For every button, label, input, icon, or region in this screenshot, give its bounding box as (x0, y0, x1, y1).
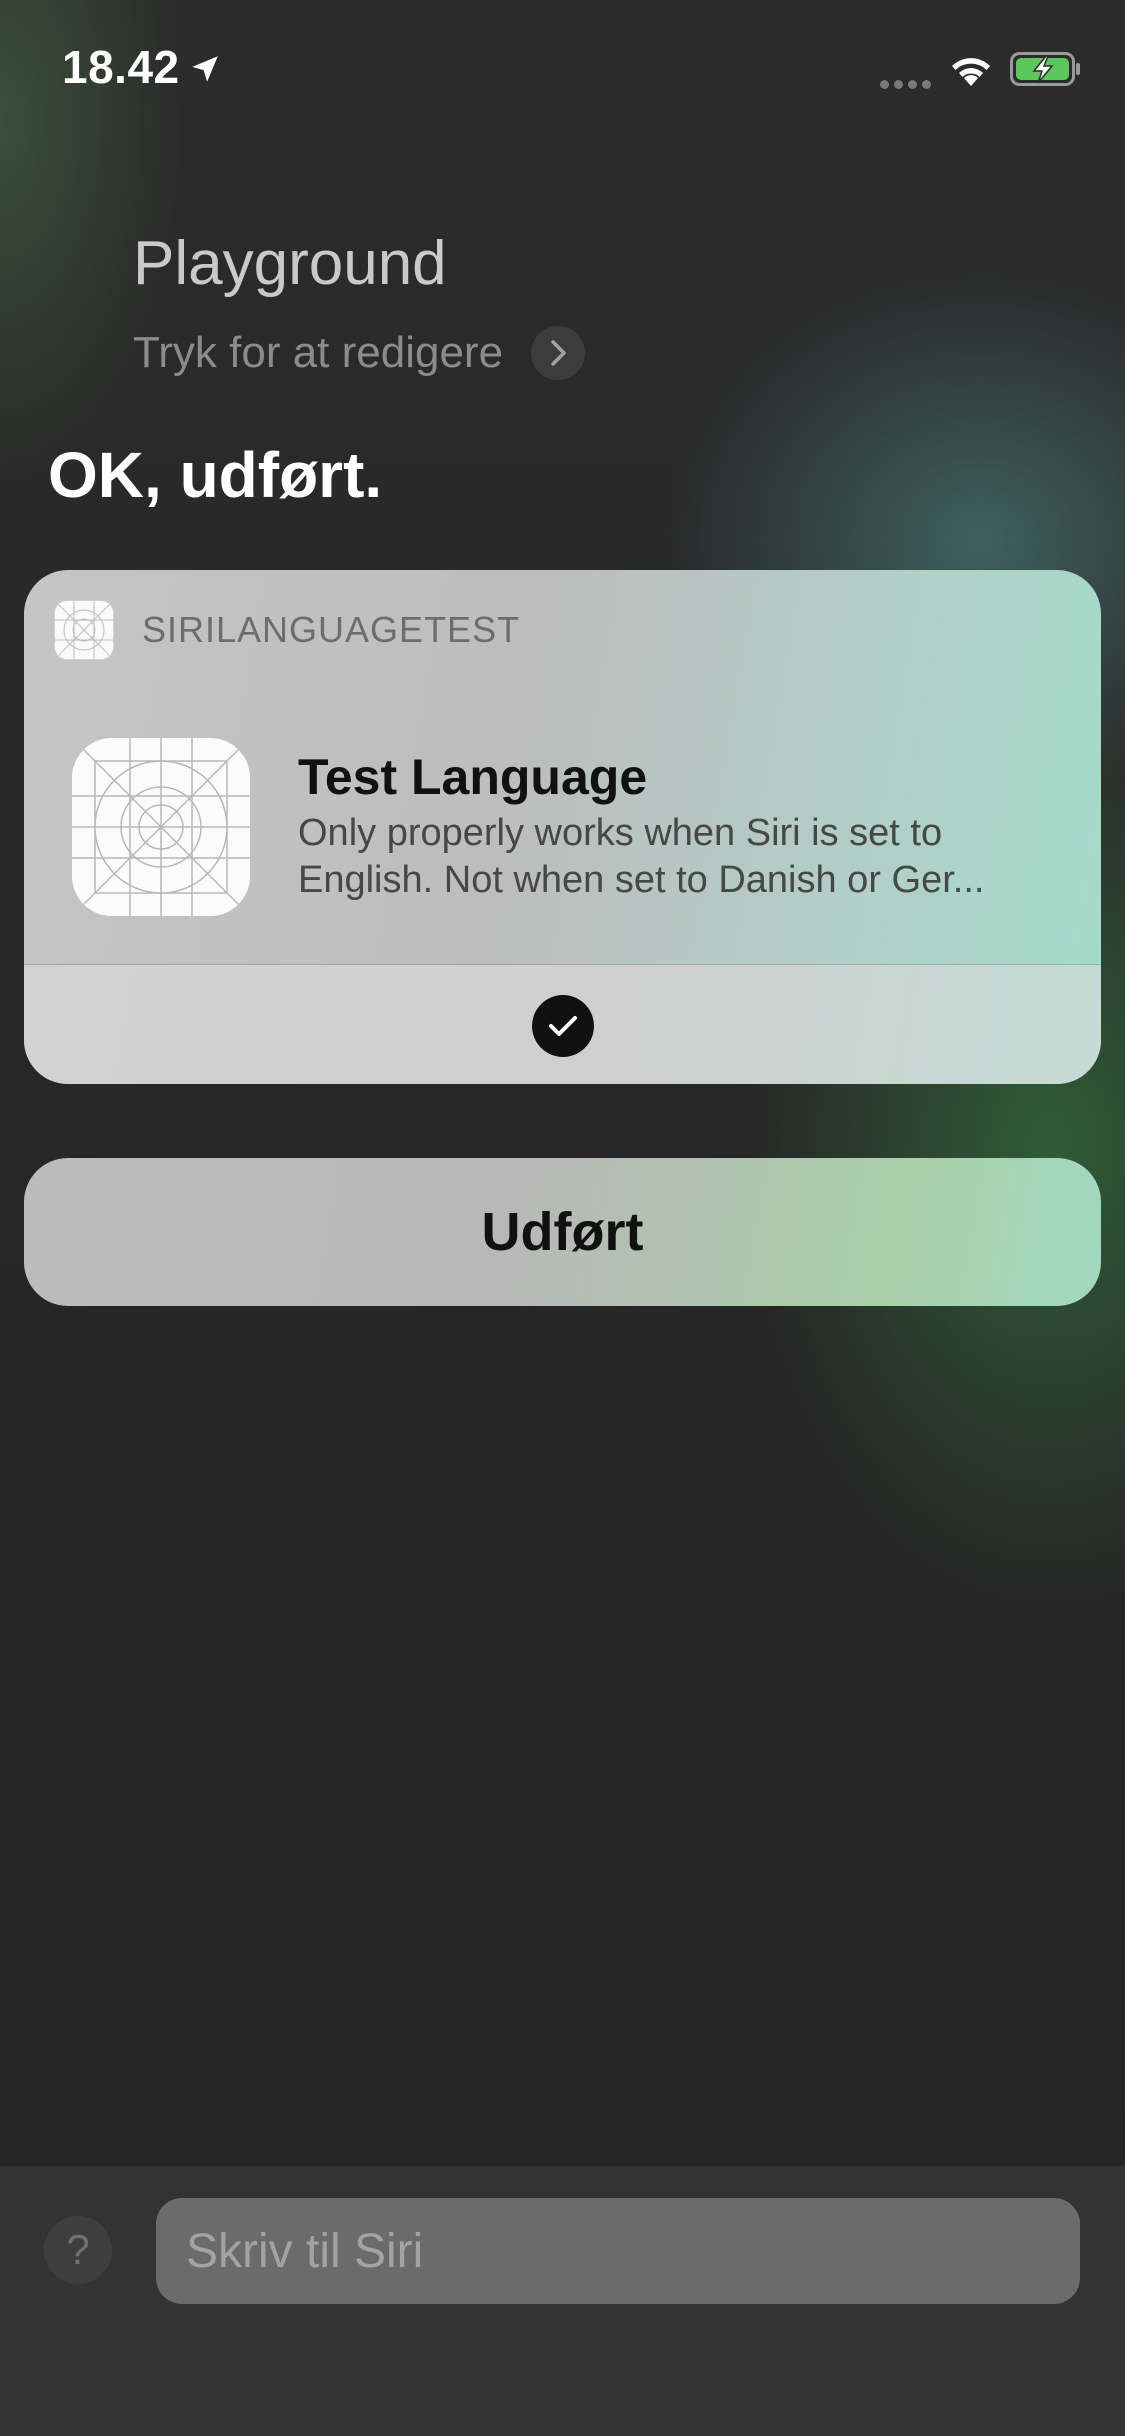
item-title: Test Language (298, 749, 648, 805)
help-button[interactable]: ? (44, 2216, 112, 2284)
card-footer (24, 965, 1101, 1084)
shortcut-name: Playground (133, 229, 447, 298)
checkmark-circle-icon (532, 995, 594, 1057)
edit-shortcut-link[interactable]: Tryk for at redigere (133, 325, 586, 381)
status-time: 18.42 (62, 41, 180, 93)
card-header: SIRILANGUAGETEST (54, 600, 520, 660)
battery-charging-icon (1010, 52, 1080, 86)
status-bar: 18.42 (0, 0, 1125, 140)
done-button[interactable]: Udført (24, 1158, 1101, 1306)
shortcut-result-card: SIRILANGUAGETEST Test Language Only prop… (24, 570, 1101, 1084)
edit-shortcut-label: Tryk for at redigere (133, 328, 504, 377)
done-button-label: Udført (481, 1202, 644, 1262)
siri-response-text: OK, udført. (48, 439, 383, 511)
cellular-signal-icon (880, 76, 936, 89)
siri-bottom-bar: ? (0, 2166, 1125, 2436)
question-mark-icon: ? (66, 2226, 90, 2273)
wifi-icon (952, 58, 990, 86)
location-arrow-icon (192, 56, 218, 82)
chevron-right-icon[interactable] (531, 326, 586, 380)
type-to-siri-input[interactable] (156, 2198, 1080, 2304)
item-description: Only properly works when Siri is set to … (298, 812, 985, 901)
app-icon-small (54, 600, 114, 660)
app-icon-large (72, 738, 250, 916)
app-name: SIRILANGUAGETEST (142, 609, 521, 650)
